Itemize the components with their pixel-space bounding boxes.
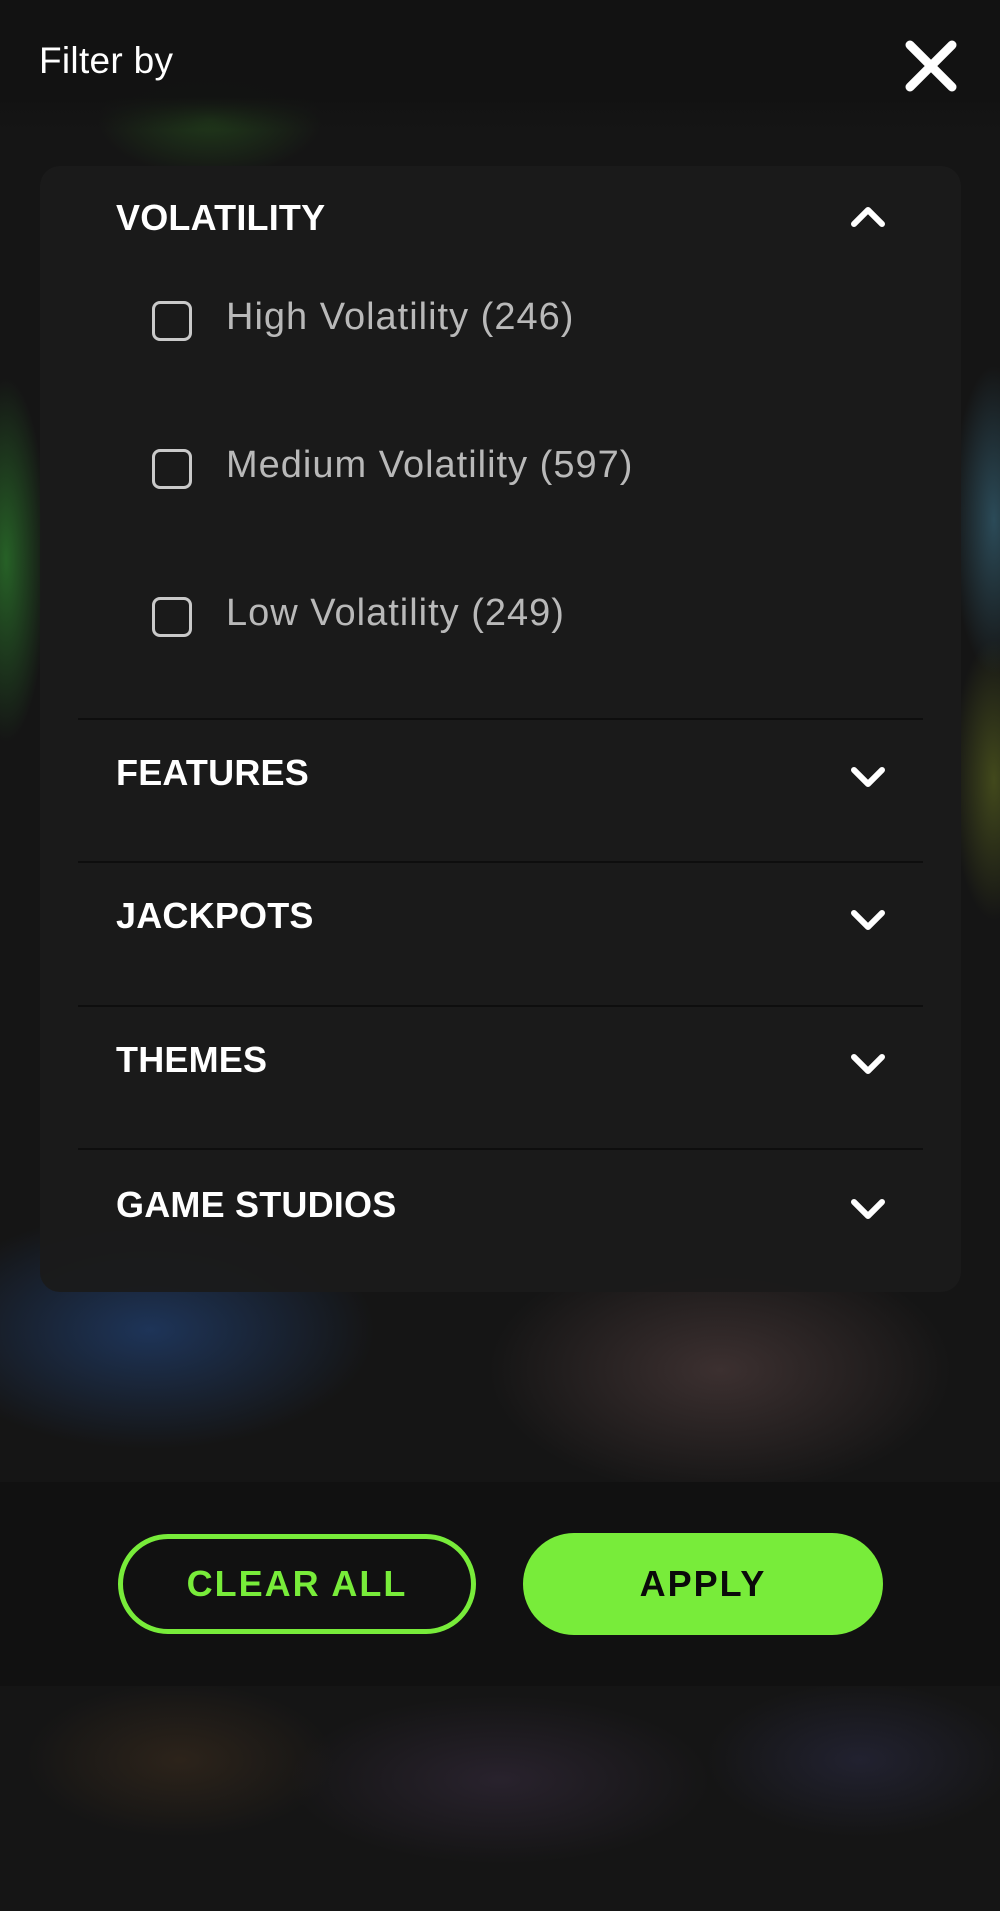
option-high-volatility[interactable]: High Volatility (246)	[152, 293, 852, 353]
close-button[interactable]	[900, 35, 962, 97]
high-volatility-checkbox[interactable]	[152, 301, 192, 341]
footer-bar: CLEAR ALL APPLY	[0, 1482, 1000, 1686]
option-label: Low Volatility (249)	[226, 592, 565, 634]
section-volatility-title: VOLATILITY	[116, 197, 326, 238]
chevron-down-icon	[851, 1199, 885, 1219]
section-game-studios-title: GAME STUDIOS	[116, 1184, 397, 1225]
clear-all-button[interactable]: CLEAR ALL	[118, 1534, 476, 1634]
section-features-header[interactable]: FEATURES	[40, 720, 961, 860]
section-game-studios-header[interactable]: GAME STUDIOS	[40, 1150, 961, 1290]
section-themes-title: THEMES	[116, 1039, 268, 1080]
chevron-down-icon	[851, 767, 885, 787]
chevron-down-icon	[851, 1054, 885, 1074]
option-medium-volatility[interactable]: Medium Volatility (597)	[152, 441, 852, 501]
option-label: Medium Volatility (597)	[226, 444, 634, 486]
filter-panel: VOLATILITY High Volatility (246) Medium …	[40, 166, 961, 1292]
filter-title: Filter by	[39, 40, 174, 81]
apply-button[interactable]: APPLY	[523, 1533, 883, 1635]
section-jackpots-header[interactable]: JACKPOTS	[40, 863, 961, 1003]
section-features-title: FEATURES	[116, 752, 309, 793]
section-themes-header[interactable]: THEMES	[40, 1007, 961, 1147]
medium-volatility-checkbox[interactable]	[152, 449, 192, 489]
option-low-volatility[interactable]: Low Volatility (249)	[152, 589, 852, 649]
section-jackpots-title: JACKPOTS	[116, 895, 314, 936]
option-label: High Volatility (246)	[226, 296, 575, 338]
close-icon	[905, 40, 957, 92]
section-volatility-header[interactable]: VOLATILITY	[40, 166, 961, 306]
chevron-down-icon	[851, 910, 885, 930]
low-volatility-checkbox[interactable]	[152, 597, 192, 637]
chevron-up-icon	[851, 207, 885, 227]
